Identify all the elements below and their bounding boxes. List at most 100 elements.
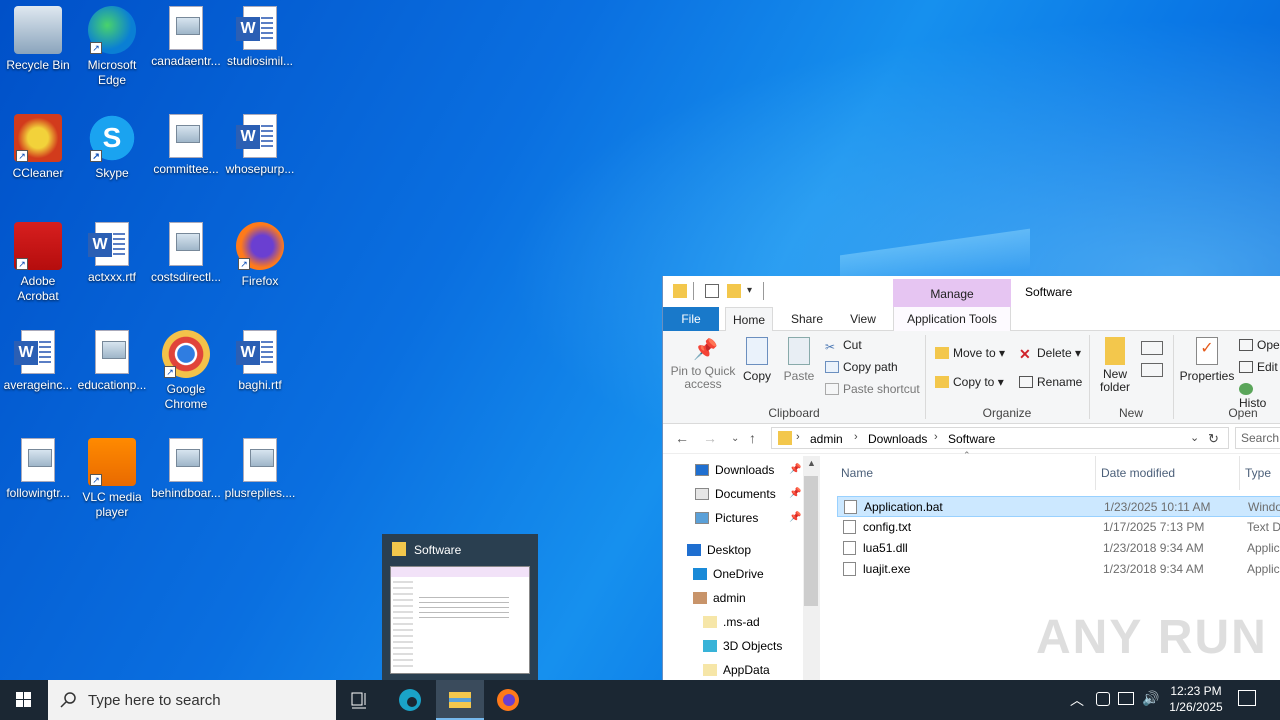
edit-button[interactable]: Edit: [1239, 360, 1278, 374]
properties-button[interactable]: ✓ Properties: [1179, 337, 1235, 399]
manage-tab[interactable]: Manage: [893, 279, 1011, 307]
delete-button[interactable]: ✕ Delete ▾: [1019, 346, 1081, 361]
desktop-icon[interactable]: Wactxxx.rtf: [74, 222, 150, 285]
taskbar-firefox-button[interactable]: [484, 680, 532, 720]
move-to-button[interactable]: Move to ▾: [935, 346, 1005, 360]
desktop-icon[interactable]: ↗ Microsoft Edge: [74, 6, 150, 88]
scroll-up-icon[interactable]: ▲: [807, 458, 816, 468]
chevron-down-icon[interactable]: ⌄: [1190, 431, 1199, 444]
firefox-icon: ↗: [236, 222, 284, 270]
tab-application-tools[interactable]: Application Tools: [893, 307, 1011, 331]
desktop-icon[interactable]: plusreplies....: [222, 438, 298, 501]
file-row[interactable]: Application.bat 1/23/2025 10:11 AM Windo: [837, 496, 1280, 517]
nav-item-quick[interactable]: Downloads: [695, 460, 774, 480]
paste-button[interactable]: Paste: [781, 337, 817, 393]
easy-access-icon[interactable]: [1141, 363, 1163, 377]
show-hidden-icons-chevron[interactable]: ︿: [1070, 690, 1084, 710]
chevron-right-icon[interactable]: ›: [854, 431, 858, 443]
column-date[interactable]: Date modified: [1101, 456, 1175, 490]
desktop-icon[interactable]: ↗ Firefox: [222, 222, 298, 289]
properties-qa-icon[interactable]: [705, 284, 719, 298]
taskbar-explorer-button[interactable]: [436, 680, 484, 720]
desktop-icon[interactable]: canadaentr...: [148, 6, 224, 69]
taskbar-thumbnail-preview[interactable]: Software: [382, 534, 538, 680]
nav-item-tree[interactable]: .ms-ad: [703, 612, 760, 632]
nav-item-tree[interactable]: admin: [693, 588, 746, 608]
taskbar-clock[interactable]: 12:23 PM 1/26/2025: [1160, 683, 1232, 715]
task-view-button[interactable]: [336, 680, 384, 720]
volume-icon[interactable]: 🔊: [1142, 690, 1159, 707]
desktop-icon[interactable]: Wbaghi.rtf: [222, 330, 298, 393]
nav-item-quick[interactable]: Pictures: [695, 508, 758, 528]
pin-button[interactable]: 📌 Pin to Quick access: [667, 337, 739, 399]
desktop-icon-label: behindboar...: [151, 486, 221, 500]
file-row[interactable]: luajit.exe 1/23/2018 9:34 AM Applic: [837, 559, 1280, 580]
desktop-icon[interactable]: ↗ VLC media player: [74, 438, 150, 520]
refresh-icon[interactable]: ↻: [1208, 431, 1219, 447]
taskbar-edge-button[interactable]: [386, 680, 434, 720]
column-type[interactable]: Type: [1245, 456, 1271, 490]
desktop-icon[interactable]: Wwhosepurp...: [222, 114, 298, 177]
recent-chevron-icon[interactable]: ⌄: [731, 433, 739, 444]
desktop-icon[interactable]: costsdirectl...: [148, 222, 224, 285]
breadcrumb-downloads[interactable]: Downloads: [868, 432, 927, 446]
tab-file[interactable]: File: [663, 307, 719, 331]
tab-home[interactable]: Home: [725, 307, 773, 331]
search-field[interactable]: Search: [1235, 427, 1280, 449]
desktop-icon[interactable]: Recycle Bin: [0, 6, 76, 73]
new-folder-qa-icon[interactable]: [727, 284, 741, 298]
nav-item-tree[interactable]: OneDrive: [693, 564, 764, 584]
rename-button[interactable]: Rename: [1019, 375, 1082, 389]
new-folder-button[interactable]: New folder: [1095, 337, 1135, 399]
nav-item-quick[interactable]: Documents: [695, 484, 776, 504]
desktop-icon[interactable]: ↗ CCleaner: [0, 114, 76, 181]
cut-button[interactable]: ✂ Cut: [825, 338, 862, 354]
tab-share[interactable]: Share: [783, 307, 831, 331]
tab-view[interactable]: View: [839, 307, 887, 331]
folder-icon: [687, 544, 701, 556]
breadcrumb-software[interactable]: Software: [948, 432, 995, 446]
scroll-thumb[interactable]: [804, 476, 818, 606]
desktop-icon[interactable]: ↗ Google Chrome: [148, 330, 224, 412]
usb-device-icon[interactable]: [1096, 692, 1110, 706]
up-arrow-icon[interactable]: ↑: [749, 430, 756, 446]
taskbar-search-box[interactable]: Type here to search: [48, 680, 336, 720]
address-bar[interactable]: › admin › Downloads › Software ⌄ ↻: [771, 427, 1229, 449]
copy-button[interactable]: Copy: [741, 337, 773, 393]
back-arrow-icon[interactable]: ←: [675, 430, 689, 446]
new-item-icon[interactable]: [1141, 341, 1163, 355]
nav-item-tree[interactable]: 3D Objects: [703, 636, 782, 656]
nav-item-tree[interactable]: AppData: [703, 660, 770, 680]
desktop-icon[interactable]: behindboar...: [148, 438, 224, 501]
copy-to-button[interactable]: Copy to ▾: [935, 375, 1004, 389]
new-folder-icon: [1105, 337, 1125, 365]
start-button[interactable]: [0, 680, 48, 720]
desktop-icon[interactable]: Waverageinc...: [0, 330, 76, 393]
forward-arrow-icon[interactable]: →: [703, 430, 717, 446]
desktop-icon[interactable]: Wstudiosimil...: [222, 6, 298, 69]
breadcrumb-admin[interactable]: admin: [810, 432, 843, 446]
properties-icon: ✓: [1196, 337, 1218, 365]
file-row[interactable]: config.txt 1/17/2025 7:13 PM Text Do: [837, 517, 1280, 538]
ccleaner-icon: ↗: [14, 114, 62, 162]
divider: [693, 282, 694, 300]
column-divider[interactable]: [1095, 456, 1096, 490]
chevron-right-icon[interactable]: ›: [934, 431, 938, 443]
desktop-icon[interactable]: educationp...: [74, 330, 150, 393]
copy-path-button[interactable]: Copy path: [825, 360, 898, 374]
column-divider[interactable]: [1239, 456, 1240, 490]
nav-item-tree[interactable]: Desktop: [687, 540, 751, 560]
column-name[interactable]: Name: [841, 456, 873, 490]
thumbnail-window-preview[interactable]: [390, 566, 530, 674]
paste-shortcut-button[interactable]: Paste shortcut: [825, 382, 920, 396]
desktop-icon[interactable]: followingtr...: [0, 438, 76, 501]
chevron-right-icon[interactable]: ›: [796, 431, 800, 443]
open-button[interactable]: Ope: [1239, 338, 1280, 352]
action-center-icon[interactable]: [1238, 690, 1256, 706]
desktop-icon[interactable]: S ↗ Skype: [74, 114, 150, 181]
desktop-icon[interactable]: committee...: [148, 114, 224, 177]
network-icon[interactable]: [1118, 692, 1134, 705]
file-row[interactable]: lua51.dll 1/23/2018 9:34 AM Applic: [837, 538, 1280, 559]
desktop-icon[interactable]: ↗ Adobe Acrobat: [0, 222, 76, 304]
customize-qa-icon[interactable]: ▾: [747, 284, 761, 298]
